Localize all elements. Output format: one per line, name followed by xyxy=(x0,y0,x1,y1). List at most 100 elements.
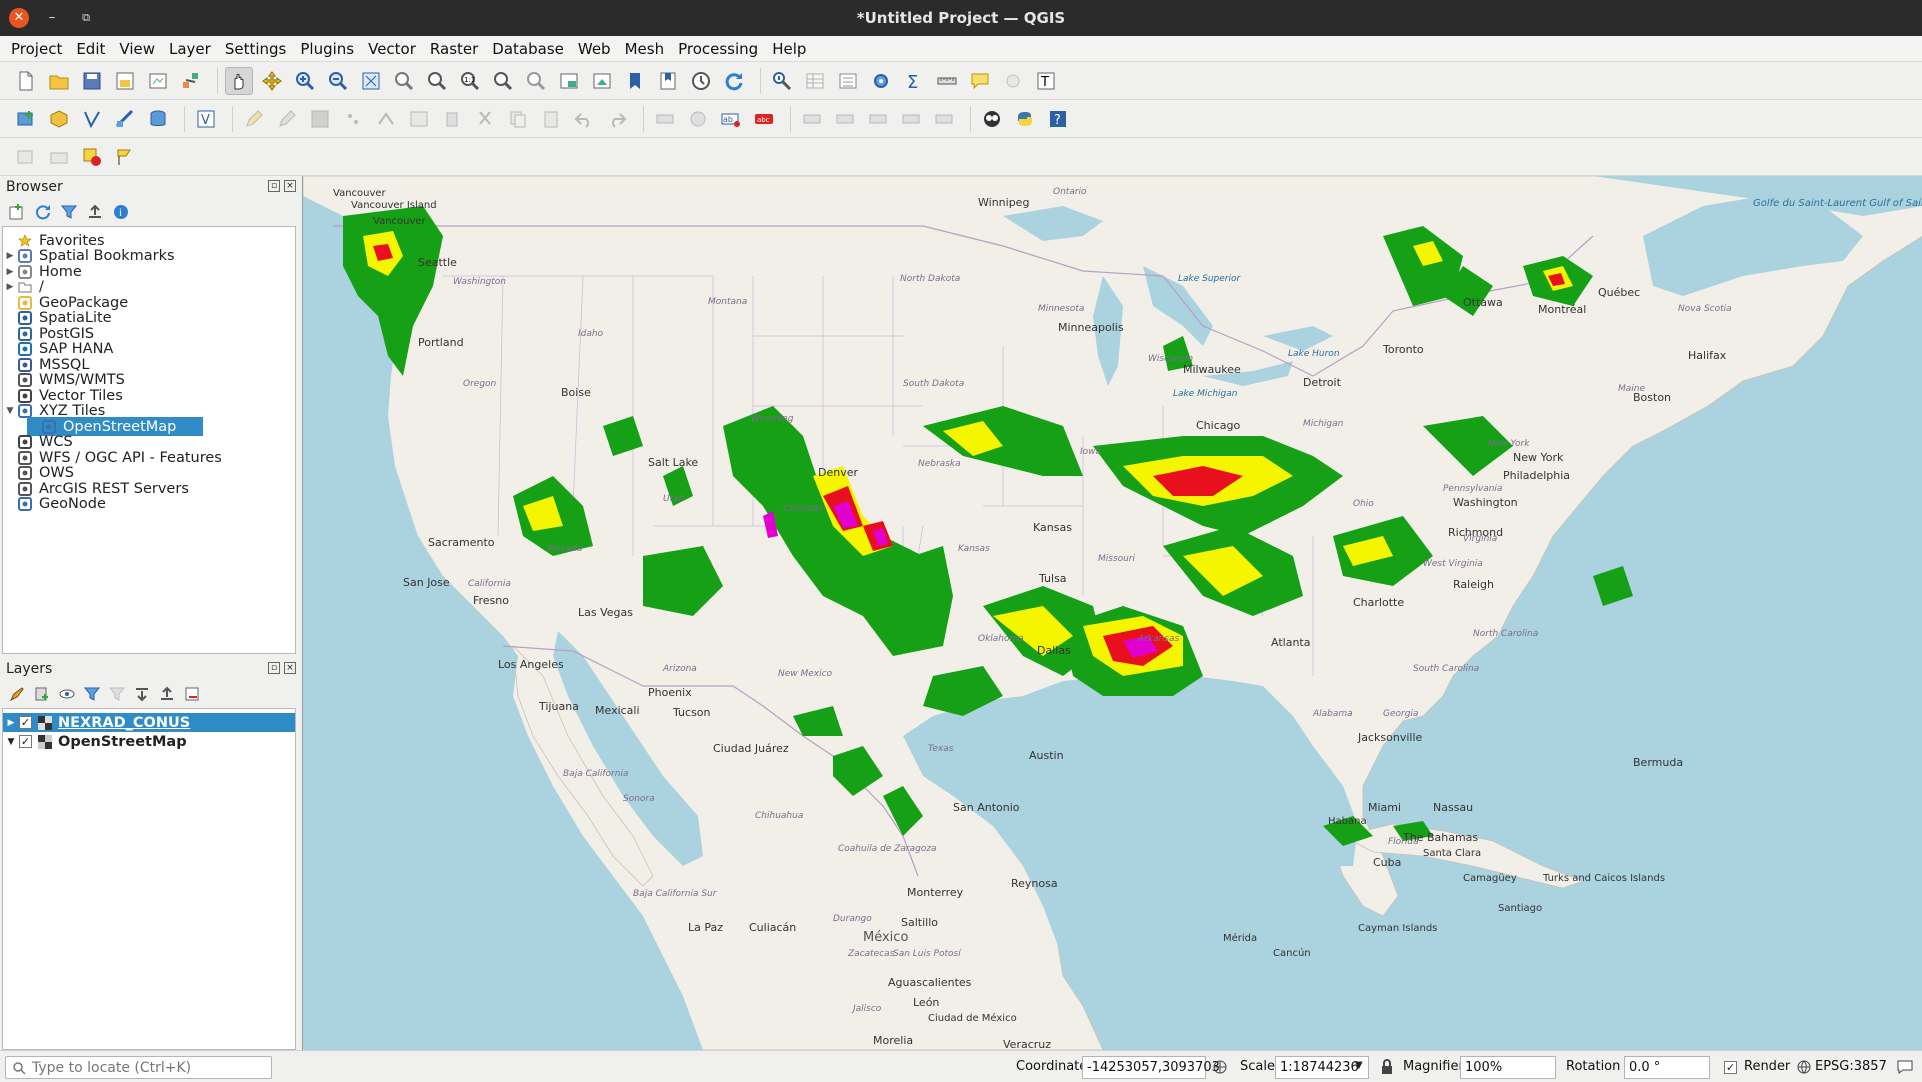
add-group-icon[interactable] xyxy=(33,685,51,703)
expand-arrow-icon[interactable]: ▶ xyxy=(3,267,17,277)
rotation-field[interactable]: 0.0 ° xyxy=(1624,1056,1710,1079)
current-edits-icon[interactable] xyxy=(273,105,301,133)
delete-selected-icon[interactable] xyxy=(438,105,466,133)
menu-edit[interactable]: Edit xyxy=(69,36,112,62)
show-hide-labels-icon[interactable] xyxy=(831,105,859,133)
menu-database[interactable]: Database xyxy=(485,36,571,62)
menu-project[interactable]: Project xyxy=(4,36,69,62)
menu-mesh[interactable]: Mesh xyxy=(618,36,672,62)
zoom-full-icon[interactable] xyxy=(357,67,385,95)
locator-search[interactable]: Type to locate (Ctrl+K) xyxy=(5,1056,272,1079)
layer-labeling-icon[interactable]: ab xyxy=(717,105,745,133)
zoom-native-icon[interactable]: 1:1 xyxy=(456,67,484,95)
browser-item-geonode[interactable]: GeoNode xyxy=(3,495,106,514)
rule-labeling-icon[interactable]: abc xyxy=(750,105,778,133)
add-point-icon[interactable] xyxy=(339,105,367,133)
properties-info-icon[interactable]: i xyxy=(112,203,130,221)
layer-row-openstreetmap[interactable]: ▼ ✓ OpenStreetMap xyxy=(3,732,295,751)
filter-legend-icon[interactable] xyxy=(83,685,101,703)
identify-features-icon[interactable] xyxy=(768,67,796,95)
select-features-icon[interactable] xyxy=(999,67,1027,95)
menu-help[interactable]: Help xyxy=(765,36,813,62)
collapse-arrow-icon[interactable]: ▼ xyxy=(3,406,17,416)
add-raster-layer-icon[interactable] xyxy=(111,105,139,133)
refresh-browser-icon[interactable] xyxy=(34,203,52,221)
add-database-layer-icon[interactable] xyxy=(144,105,172,133)
collapse-all-icon[interactable] xyxy=(86,203,104,221)
weather-plugin-icon[interactable] xyxy=(978,105,1006,133)
filter-browser-icon[interactable] xyxy=(60,203,78,221)
statistical-summary-icon[interactable]: Σ xyxy=(900,67,928,95)
layers-float-icon[interactable]: ▫ xyxy=(268,662,280,674)
vertex-tool-icon[interactable] xyxy=(372,105,400,133)
crs-label[interactable]: EPSG:3857 xyxy=(1815,1059,1887,1074)
crs-globe-icon[interactable] xyxy=(1797,1060,1811,1074)
map-tips-icon[interactable] xyxy=(966,67,994,95)
expand-arrow-icon[interactable]: ▶ xyxy=(3,251,17,261)
add-selected-layers-icon[interactable] xyxy=(8,203,26,221)
save-project-icon[interactable] xyxy=(78,67,106,95)
layer-visibility-checkbox[interactable]: ✓ xyxy=(19,716,32,729)
save-as-icon[interactable] xyxy=(111,67,139,95)
new-3d-map-icon[interactable] xyxy=(588,67,616,95)
new-geopackage-layer-icon[interactable] xyxy=(45,105,73,133)
redo-icon[interactable] xyxy=(603,105,631,133)
modify-attributes-icon[interactable] xyxy=(405,105,433,133)
save-edits-icon[interactable] xyxy=(306,105,334,133)
add-virtual-layer-icon[interactable]: V xyxy=(192,105,220,133)
add-vector-layer-icon[interactable] xyxy=(78,105,106,133)
expand-arrow-icon[interactable]: ▶ xyxy=(3,718,19,728)
rotate-label-icon[interactable] xyxy=(897,105,925,133)
label-toolbar-icon[interactable] xyxy=(651,105,679,133)
zoom-next-icon[interactable] xyxy=(522,67,550,95)
messages-icon[interactable] xyxy=(1896,1059,1914,1075)
new-bookmark-icon[interactable] xyxy=(621,67,649,95)
filter-by-expression-icon[interactable] xyxy=(108,685,126,703)
render-checkbox[interactable]: ✓ xyxy=(1724,1061,1737,1074)
pan-hand-icon[interactable] xyxy=(225,66,253,95)
measure-line-icon[interactable] xyxy=(933,67,961,95)
python-console-icon[interactable] xyxy=(1011,105,1039,133)
menu-vector[interactable]: Vector xyxy=(361,36,423,62)
pin-labels-icon[interactable] xyxy=(798,105,826,133)
undo-icon[interactable] xyxy=(570,105,598,133)
layer-visibility-checkbox[interactable]: ✓ xyxy=(19,735,32,748)
menu-plugins[interactable]: Plugins xyxy=(293,36,361,62)
new-project-icon[interactable] xyxy=(12,67,40,95)
menu-web[interactable]: Web xyxy=(571,36,618,62)
menu-settings[interactable]: Settings xyxy=(218,36,294,62)
zoom-to-layer-icon[interactable] xyxy=(423,67,451,95)
layers-close-icon[interactable]: × xyxy=(284,662,296,674)
collapse-arrow-icon[interactable]: ▼ xyxy=(3,737,19,747)
manage-map-themes-icon[interactable] xyxy=(58,685,76,703)
cut-features-icon[interactable] xyxy=(471,105,499,133)
magnifier-field[interactable]: 100% xyxy=(1460,1056,1556,1079)
select-by-rectangle-icon[interactable] xyxy=(12,143,40,171)
deselect-all-icon[interactable] xyxy=(78,143,106,171)
field-calculator-icon[interactable] xyxy=(834,67,862,95)
map-canvas[interactable]: Vancouver Vancouver Island Vancouver Sea… xyxy=(302,176,1922,1050)
new-map-view-icon[interactable] xyxy=(555,67,583,95)
browser-float-icon[interactable]: ▫ xyxy=(268,180,280,192)
temporal-controller-icon[interactable] xyxy=(687,67,715,95)
zoom-last-icon[interactable] xyxy=(489,67,517,95)
pan-to-selection-icon[interactable] xyxy=(258,67,286,95)
menu-layer[interactable]: Layer xyxy=(162,36,218,62)
coordinate-toggle-icon[interactable] xyxy=(1212,1059,1228,1075)
text-annotation-icon[interactable]: T xyxy=(1032,67,1060,95)
help-icon[interactable]: ? xyxy=(1044,105,1072,133)
print-layout-icon[interactable] xyxy=(144,67,172,95)
menu-view[interactable]: View xyxy=(112,36,162,62)
style-manager-icon[interactable] xyxy=(177,67,205,95)
scale-dropdown-icon[interactable]: ▼ xyxy=(1355,1060,1363,1071)
zoom-in-icon[interactable] xyxy=(291,67,319,95)
remove-layer-icon[interactable] xyxy=(183,685,201,703)
show-bookmarks-icon[interactable] xyxy=(654,67,682,95)
expand-all-icon[interactable] xyxy=(133,685,151,703)
refresh-icon[interactable] xyxy=(720,67,748,95)
menu-raster[interactable]: Raster xyxy=(423,36,485,62)
processing-toolbox-icon[interactable] xyxy=(867,67,895,95)
zoom-out-icon[interactable] xyxy=(324,67,352,95)
layer-row-nexrad[interactable]: ▶ ✓ NEXRAD_CONUS xyxy=(3,713,295,732)
select-by-value-icon[interactable] xyxy=(45,143,73,171)
